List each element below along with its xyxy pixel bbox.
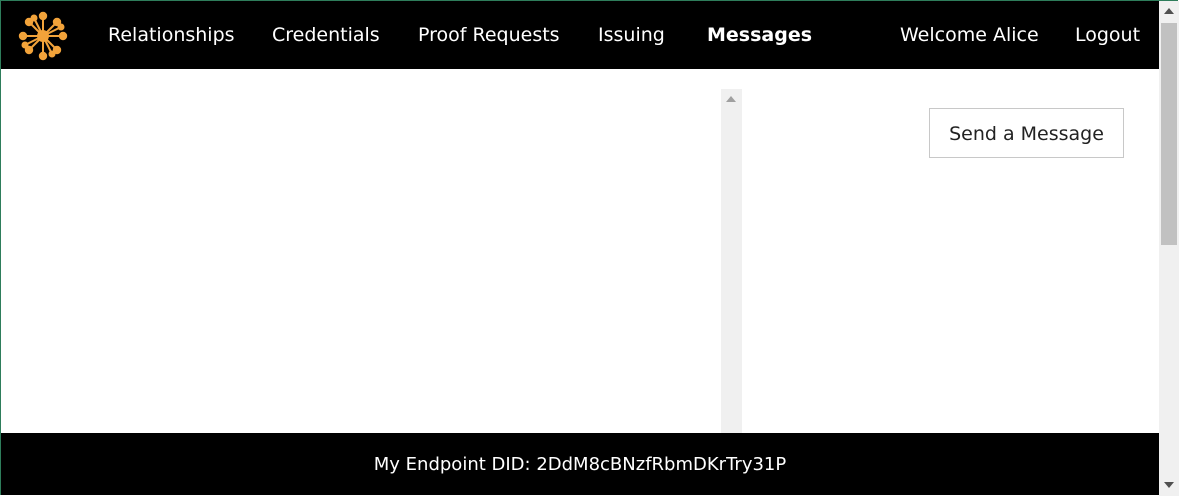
endpoint-did: My Endpoint DID: 2DdM8cBNzfRbmDKrTry31P — [373, 454, 787, 475]
top-navbar: Relationships Credentials Proof Requests… — [1, 1, 1159, 69]
nav-issuing[interactable]: Issuing — [598, 1, 665, 69]
message-list-scrollbar[interactable] — [721, 89, 742, 433]
scroll-down-arrow-icon[interactable] — [1164, 482, 1174, 488]
nav-proof-requests[interactable]: Proof Requests — [418, 1, 560, 69]
scrollbar-thumb[interactable] — [1161, 23, 1177, 245]
nav-relationships[interactable]: Relationships — [108, 1, 235, 69]
page-scrollbar[interactable] — [1159, 1, 1179, 496]
nav-credentials[interactable]: Credentials — [272, 1, 380, 69]
logout-link[interactable]: Logout — [1075, 1, 1140, 69]
send-message-button[interactable]: Send a Message — [929, 108, 1124, 158]
main-content: Send a Message — [1, 69, 1159, 433]
nav-messages[interactable]: Messages — [707, 1, 812, 69]
scroll-up-arrow-icon[interactable] — [1164, 8, 1174, 14]
welcome-user[interactable]: Welcome Alice — [900, 1, 1039, 69]
sunburst-logo-icon[interactable] — [17, 10, 69, 62]
scroll-up-arrow-icon[interactable] — [726, 96, 736, 102]
footer-bar: My Endpoint DID: 2DdM8cBNzfRbmDKrTry31P — [1, 433, 1159, 495]
